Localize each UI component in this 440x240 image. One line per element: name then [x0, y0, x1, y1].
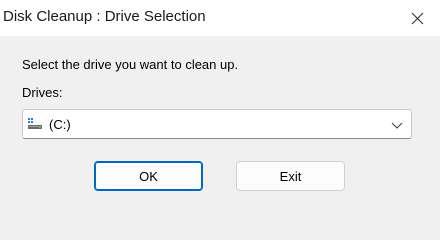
chevron-down-icon — [391, 122, 403, 129]
instruction-text: Select the drive you want to clean up. — [22, 57, 239, 72]
drive-dropdown[interactable]: (C:) — [22, 109, 412, 139]
close-button[interactable] — [394, 0, 440, 36]
close-icon — [411, 12, 423, 24]
ok-button[interactable]: OK — [94, 161, 203, 191]
exit-button[interactable]: Exit — [236, 161, 345, 191]
drive-icon — [28, 118, 42, 129]
drives-label: Drives: — [22, 85, 63, 100]
window-title: Disk Cleanup : Drive Selection — [3, 8, 206, 25]
title-bar: Disk Cleanup : Drive Selection — [0, 0, 440, 36]
dialog-body: Select the drive you want to clean up. D… — [0, 36, 440, 210]
selected-drive: (C:) — [49, 117, 71, 132]
